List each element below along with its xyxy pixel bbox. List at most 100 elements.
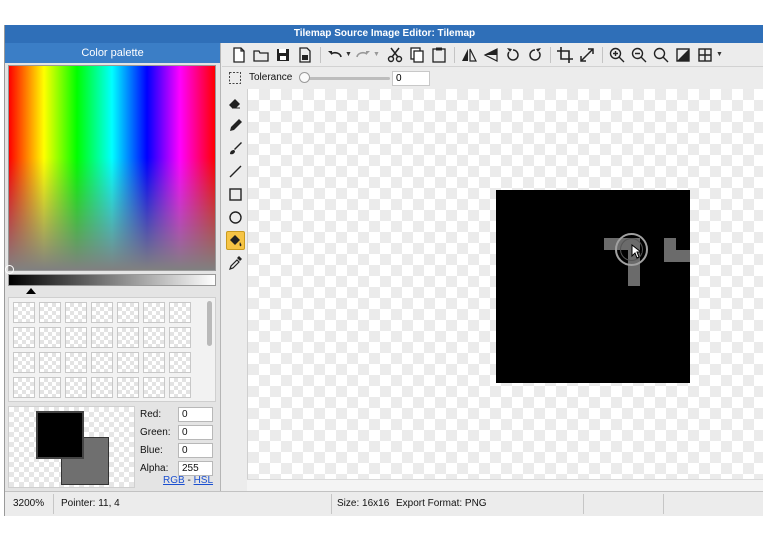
status-divider bbox=[53, 494, 54, 514]
new-file-icon[interactable] bbox=[230, 46, 248, 64]
hsl-link[interactable]: HSL bbox=[194, 475, 213, 486]
tolerance-label: Tolerance bbox=[249, 72, 293, 83]
color-swatch[interactable] bbox=[117, 352, 139, 373]
tolerance-slider-thumb[interactable] bbox=[299, 72, 310, 83]
zoom-fit-icon[interactable] bbox=[652, 46, 670, 64]
toolbar-separator bbox=[320, 47, 321, 63]
zoom-in-icon[interactable] bbox=[608, 46, 626, 64]
alpha-input[interactable]: 255 bbox=[178, 461, 213, 476]
color-swatch[interactable] bbox=[65, 302, 87, 323]
grid-icon[interactable] bbox=[696, 46, 714, 64]
zoom-out-icon[interactable] bbox=[630, 46, 648, 64]
red-label: Red: bbox=[140, 409, 162, 420]
paste-icon[interactable] bbox=[430, 46, 448, 64]
fill-bucket-icon[interactable] bbox=[226, 231, 245, 250]
color-swatch[interactable] bbox=[91, 377, 113, 398]
brush-icon[interactable] bbox=[226, 139, 245, 158]
color-swatch[interactable] bbox=[169, 327, 191, 348]
canvas-horizontal-scrollbar[interactable] bbox=[247, 479, 763, 491]
color-spectrum-picker[interactable] bbox=[5, 65, 216, 274]
eyedropper-icon[interactable] bbox=[226, 254, 245, 273]
color-swatch[interactable] bbox=[13, 377, 35, 398]
color-swatch[interactable] bbox=[13, 327, 35, 348]
alpha-label: Alpha: bbox=[140, 463, 169, 474]
cut-icon[interactable] bbox=[386, 46, 404, 64]
resize-icon[interactable] bbox=[578, 46, 596, 64]
save-icon[interactable] bbox=[274, 46, 292, 64]
color-swatch[interactable] bbox=[143, 352, 165, 373]
status-divider bbox=[583, 494, 584, 514]
status-divider bbox=[663, 494, 664, 514]
undo-icon[interactable] bbox=[326, 46, 344, 64]
color-swatch[interactable] bbox=[143, 377, 165, 398]
blue-input[interactable]: 0 bbox=[178, 443, 213, 458]
zoom-level: 3200% bbox=[13, 498, 45, 509]
rgb-link[interactable]: RGB bbox=[163, 475, 185, 486]
color-swatch[interactable] bbox=[117, 377, 139, 398]
rotate-right-icon[interactable] bbox=[526, 46, 544, 64]
line-icon[interactable] bbox=[226, 162, 245, 181]
invert-icon[interactable] bbox=[674, 46, 692, 64]
tolerance-slider-track[interactable] bbox=[302, 77, 390, 80]
color-swatch[interactable] bbox=[169, 302, 191, 323]
swatch-scrollbar[interactable] bbox=[207, 301, 212, 346]
color-swatch[interactable] bbox=[169, 377, 191, 398]
grayscale-slider[interactable] bbox=[8, 274, 216, 286]
rectangle-icon[interactable] bbox=[226, 185, 245, 204]
color-swatch[interactable] bbox=[65, 377, 87, 398]
color-swatch[interactable] bbox=[13, 302, 35, 323]
color-palette-header: Color palette bbox=[5, 43, 220, 63]
flip-horizontal-icon[interactable] bbox=[460, 46, 478, 64]
color-swatch[interactable] bbox=[143, 302, 165, 323]
color-preview bbox=[8, 406, 135, 488]
editor-window: Tilemap Source Image Editor: Tilemap Col… bbox=[4, 25, 763, 516]
color-swatch[interactable] bbox=[169, 352, 191, 373]
pointer-position: Pointer: 11, 4 bbox=[61, 498, 120, 509]
redo-dropdown-icon[interactable]: ▼ bbox=[373, 51, 380, 58]
toolbar-separator bbox=[550, 47, 551, 63]
color-swatch[interactable] bbox=[143, 327, 165, 348]
mouse-pointer-icon bbox=[631, 244, 642, 259]
selection-icon[interactable] bbox=[228, 71, 242, 85]
color-swatch[interactable] bbox=[91, 302, 113, 323]
pencil-icon[interactable] bbox=[226, 116, 245, 135]
red-input[interactable]: 0 bbox=[178, 407, 213, 422]
flip-vertical-icon[interactable] bbox=[482, 46, 500, 64]
green-label: Green: bbox=[140, 427, 171, 438]
copy-icon[interactable] bbox=[408, 46, 426, 64]
status-bar: 3200% Pointer: 11, 4 Size: 16x16 Export … bbox=[5, 491, 763, 516]
crop-icon[interactable] bbox=[556, 46, 574, 64]
color-swatch[interactable] bbox=[39, 327, 61, 348]
color-swatch[interactable] bbox=[39, 352, 61, 373]
color-swatch[interactable] bbox=[39, 377, 61, 398]
color-swatch[interactable] bbox=[65, 327, 87, 348]
color-swatch[interactable] bbox=[13, 352, 35, 373]
status-divider bbox=[331, 494, 332, 514]
undo-dropdown-icon[interactable]: ▼ bbox=[345, 51, 352, 58]
color-swatch[interactable] bbox=[91, 352, 113, 373]
color-palette-panel: Color palette Red: Green: Blue: Alpha: 0… bbox=[5, 43, 221, 491]
rotate-left-icon[interactable] bbox=[504, 46, 522, 64]
grayscale-marker[interactable] bbox=[26, 288, 36, 294]
open-folder-icon[interactable] bbox=[252, 46, 270, 64]
redo-icon[interactable] bbox=[354, 46, 372, 64]
eraser-icon[interactable] bbox=[226, 93, 245, 112]
tile-image[interactable] bbox=[496, 190, 690, 383]
save-as-icon[interactable] bbox=[296, 46, 314, 64]
spectrum-marker[interactable] bbox=[5, 265, 14, 274]
grid-dropdown-icon[interactable]: ▼ bbox=[716, 51, 723, 58]
color-swatch[interactable] bbox=[117, 302, 139, 323]
color-swatch[interactable] bbox=[39, 302, 61, 323]
green-input[interactable]: 0 bbox=[178, 425, 213, 440]
primary-color-box[interactable] bbox=[36, 411, 84, 459]
image-size: Size: 16x16 bbox=[337, 498, 390, 509]
color-swatch[interactable] bbox=[65, 352, 87, 373]
ellipse-icon[interactable] bbox=[226, 208, 245, 227]
color-swatch[interactable] bbox=[91, 327, 113, 348]
tolerance-value[interactable]: 0 bbox=[392, 71, 430, 86]
color-mode-links: RGB - HSL bbox=[163, 475, 213, 486]
main-toolbar: ▼ ▼ ▼ bbox=[222, 43, 763, 67]
drawing-canvas[interactable] bbox=[247, 89, 763, 491]
export-format: Export Format: PNG bbox=[396, 498, 487, 509]
color-swatch[interactable] bbox=[117, 327, 139, 348]
